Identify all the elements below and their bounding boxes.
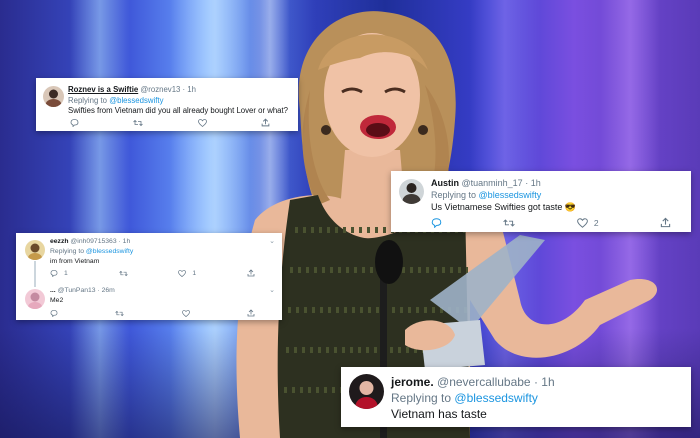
user-name[interactable]: eezzh [50, 238, 69, 245]
share-button[interactable] [247, 269, 255, 277]
retweet-button[interactable] [503, 217, 516, 228]
share-button[interactable] [660, 217, 671, 228]
reply-button[interactable]: 1 [50, 269, 68, 277]
tweet-text: im from Vietnam [50, 258, 100, 265]
retweet-button[interactable] [133, 118, 144, 127]
replying-prefix: Replying to [50, 248, 85, 255]
avatar[interactable] [25, 289, 45, 309]
tweet-text: Me2 [50, 297, 64, 304]
avatar[interactable] [25, 240, 45, 260]
tweet-card[interactable]: jerome. @nevercallubabe · 1h Replying to… [341, 367, 691, 427]
share-button[interactable] [247, 309, 255, 317]
reply-icon [50, 309, 58, 317]
replying-to: Replying to @blessedswifty [431, 190, 541, 200]
retweet-button[interactable] [118, 269, 128, 277]
tweet-time: · 26m [97, 287, 115, 294]
like-icon [178, 269, 187, 277]
replying-prefix: Replying to [68, 96, 108, 105]
tweet-text: Vietnam has taste [391, 407, 487, 421]
mention-link[interactable]: @blessedswifty [109, 96, 163, 105]
user-name[interactable]: Austin [431, 178, 459, 188]
tweet-card[interactable]: Roznev is a Swiftie @roznev13 · 1h Reply… [36, 78, 298, 131]
thread-connector [34, 261, 36, 287]
like-button[interactable] [197, 118, 207, 127]
tweet-header: jerome. @nevercallubabe · 1h [391, 375, 555, 389]
chevron-down-icon[interactable]: ⌄ [269, 237, 275, 245]
tweet-actions: 2 [431, 217, 671, 228]
tweet-header: ... @TunPan13 · 26m [50, 287, 115, 294]
tweet-time: · 1h [525, 178, 541, 188]
reply-icon [70, 118, 79, 127]
user-name[interactable]: jerome. [391, 375, 434, 389]
replying-prefix: Replying to [431, 190, 477, 200]
tweet-text: Us Vietnamese Swifties got taste 😎 [431, 202, 577, 212]
chevron-down-icon[interactable]: ⌄ [269, 286, 275, 294]
user-handle[interactable]: @inh09715363 [70, 238, 116, 245]
like-button[interactable]: 1 [178, 269, 196, 277]
tweet-time: · 1h [118, 238, 131, 245]
retweet-icon [115, 310, 125, 316]
mention-link[interactable]: @blessedswifty [454, 391, 538, 405]
tweet-header: eezzh @inh09715363 · 1h [50, 238, 130, 245]
profile-photo-avatar [25, 289, 45, 309]
share-icon [247, 309, 255, 317]
user-handle[interactable]: @TunPan13 [58, 287, 96, 294]
retweet-button[interactable] [115, 309, 125, 317]
reply-count: 1 [64, 269, 68, 277]
tweet-header: Austin @tuanminh_17 · 1h [431, 178, 541, 188]
mention-link[interactable]: @blessedswifty [479, 190, 542, 200]
reply-icon [431, 217, 442, 228]
like-button[interactable]: 2 [576, 217, 599, 228]
tweet-thread-card[interactable]: ⌄ eezzh @inh09715363 · 1h Replying to @b… [16, 233, 282, 320]
profile-photo-avatar [399, 179, 424, 204]
share-icon [261, 118, 270, 127]
retweet-icon [118, 270, 128, 276]
like-count: 2 [593, 217, 599, 228]
reply-icon [50, 269, 58, 277]
replying-to: Replying to @blessedswifty [68, 96, 163, 105]
retweet-icon [133, 119, 144, 126]
tweet-actions [70, 118, 270, 127]
avatar[interactable] [349, 374, 384, 409]
reply-button[interactable] [50, 309, 58, 317]
tweet-time: · 1h [533, 375, 555, 389]
user-handle[interactable]: @nevercallubabe [437, 375, 531, 389]
user-name[interactable]: Roznev is a Swiftie [68, 85, 138, 94]
user-handle[interactable]: @roznev13 [140, 85, 180, 94]
share-icon [247, 269, 255, 277]
reply-button[interactable] [70, 118, 79, 127]
share-button[interactable] [261, 118, 270, 127]
like-icon [197, 118, 207, 127]
replying-to: Replying to @blessedswifty [391, 391, 538, 405]
tweet-actions [50, 309, 255, 317]
tweet-time: · 1h [182, 85, 196, 94]
tweet-actions: 1 1 [50, 269, 255, 277]
like-button[interactable] [181, 309, 190, 317]
tweet-card[interactable]: Austin @tuanminh_17 · 1h Replying to @bl… [391, 171, 691, 232]
tweet-text: Swifties from Vietnam did you all alread… [68, 106, 289, 115]
profile-photo-avatar [43, 86, 64, 107]
share-icon [660, 217, 671, 228]
avatar[interactable] [399, 179, 424, 204]
replying-prefix: Replying to [391, 391, 452, 405]
like-icon [576, 217, 588, 228]
mention-link[interactable]: @blessedswifty [86, 248, 133, 255]
profile-photo-avatar [349, 374, 384, 409]
user-handle[interactable]: @tuanminh_17 [462, 178, 523, 188]
profile-photo-avatar [25, 240, 45, 260]
tweet-header: Roznev is a Swiftie @roznev13 · 1h [68, 85, 196, 94]
like-icon [181, 309, 190, 317]
avatar[interactable] [43, 86, 64, 107]
user-name[interactable]: ... [50, 287, 56, 294]
reply-button[interactable] [431, 217, 442, 228]
replying-to: Replying to @blessedswifty [50, 248, 133, 255]
like-count: 1 [192, 269, 197, 277]
retweet-icon [503, 218, 516, 227]
